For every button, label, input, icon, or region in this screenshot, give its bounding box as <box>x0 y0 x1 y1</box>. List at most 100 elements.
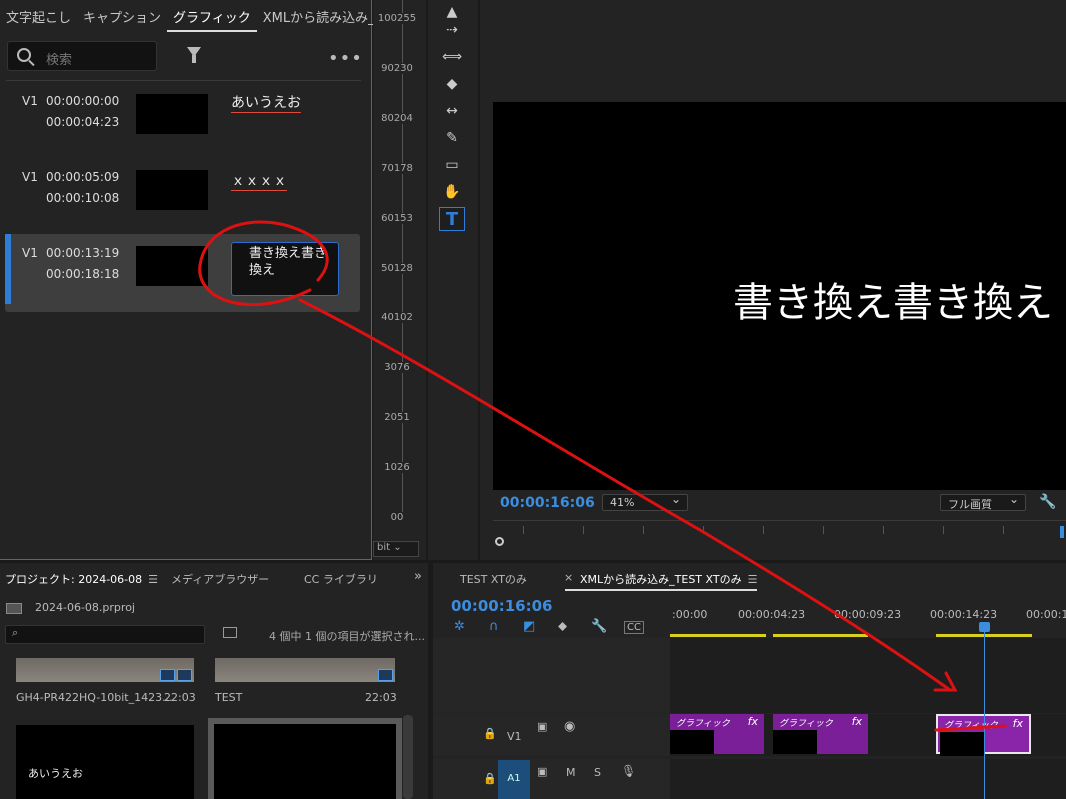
panel-overflow-icon[interactable]: » <box>414 569 422 584</box>
eye-icon[interactable]: ◉ <box>564 719 575 734</box>
settings-wrench-icon[interactable]: 🔧 <box>1039 494 1056 510</box>
project-search-input[interactable]: ⌕ <box>5 625 205 644</box>
mute-button[interactable]: M <box>566 766 576 779</box>
active-tab-underline <box>565 589 757 591</box>
tab-project-label: プロジェクト: 2024-06-08 <box>5 573 143 586</box>
playhead-handle[interactable] <box>979 622 990 632</box>
sync-lock-icon[interactable]: ▣ <box>537 720 547 733</box>
track-target-a1[interactable]: A1 <box>498 760 530 799</box>
panel-menu-icon[interactable]: ☰ <box>748 573 758 586</box>
clip-label: グラフィック <box>676 719 730 729</box>
tab-sequence-xml-label: XMLから読み込み_TEST XTのみ <box>580 573 742 586</box>
program-ruler[interactable] <box>493 520 1066 540</box>
solo-button[interactable]: S <box>594 766 601 779</box>
program-monitor: 書き換え書き換え 00:00:16:06 41% フル画質 🔧 <box>480 0 1066 560</box>
hand-tool-icon[interactable]: ✋ <box>439 180 465 204</box>
clip-name: TEST <box>215 691 243 704</box>
clip-thumbnail <box>215 658 395 682</box>
track-select-tool-icon[interactable]: ⇢ <box>439 18 465 42</box>
microphone-icon[interactable]: 🎙 <box>621 764 636 778</box>
tab-sequence-xml[interactable]: XMLから読み込み_TEST XTのみ ☰ <box>580 571 757 587</box>
caption-track: V1 <box>22 246 38 260</box>
ruler-label: :00:00 <box>672 608 708 621</box>
track-a1[interactable] <box>670 759 1066 799</box>
timeline-playhead[interactable] <box>984 625 985 799</box>
scope-tick: 50128 <box>373 263 421 274</box>
tab-project[interactable]: プロジェクト: 2024-06-08 ☰ <box>5 571 158 587</box>
timeline-ruler[interactable]: :00:00 00:00:04:23 00:00:09:23 00:00:14:… <box>670 603 1066 638</box>
graphic-clip[interactable]: グラフィック fx <box>773 714 868 754</box>
scope-tick: 2051 <box>373 412 421 423</box>
fx-badge-icon: fx <box>1012 717 1023 730</box>
ruler-label: 00:00:04:23 <box>738 608 806 621</box>
tab-captions[interactable]: キャプション <box>77 0 167 32</box>
close-tab-icon[interactable]: × <box>564 571 573 584</box>
sequence-badge-icon <box>378 669 393 681</box>
caption-item[interactable]: V1 00:00:00:00 00:00:04:23 あいうえお <box>5 82 360 160</box>
program-video[interactable]: 書き換え書き換え <box>493 102 1066 490</box>
marker-icon[interactable]: ⬥ <box>558 619 567 634</box>
track-header-empty <box>433 638 670 713</box>
clip-label: グラフィック <box>779 719 833 729</box>
timeline-timecode[interactable]: 00:00:16:06 <box>451 597 553 615</box>
tab-graphics[interactable]: グラフィック <box>167 0 257 32</box>
track-header-a1: 🔒 ▣ M S 🎙 <box>433 759 670 799</box>
project-scrollbar[interactable] <box>403 715 413 799</box>
slip-tool-icon[interactable]: ↔ <box>439 99 465 123</box>
video-badge-icon <box>160 669 175 681</box>
more-options-icon[interactable]: ••• <box>328 48 363 69</box>
captions-cc-icon[interactable]: CC <box>624 621 644 634</box>
caption-item[interactable]: V1 00:00:05:09 00:00:10:08 ｘｘｘｘ <box>5 158 360 236</box>
graphics-panel-tabs: 文字起こし キャプション グラフィック XMLから読み込み_TE... <box>0 0 403 32</box>
divider <box>6 80 361 81</box>
panel-menu-icon[interactable]: ☰ <box>148 573 158 586</box>
render-bar <box>670 634 766 637</box>
lock-icon[interactable]: 🔒 <box>483 727 497 740</box>
render-bar <box>773 634 868 637</box>
ripple-edit-tool-icon[interactable]: ⟺ <box>439 45 465 69</box>
ruler-label: 00:00:09:23 <box>834 608 902 621</box>
tab-media-browser[interactable]: メディアブラウザー <box>171 571 269 587</box>
new-bin-search-icon[interactable] <box>223 627 237 638</box>
search-icon <box>17 48 31 62</box>
filter-icon[interactable] <box>187 47 201 63</box>
razor-tool-icon[interactable]: ◆ <box>439 72 465 96</box>
fx-badge-icon: fx <box>747 715 758 728</box>
playback-resolution-select[interactable]: フル画質 <box>940 492 1026 511</box>
nest-icon[interactable]: ✲ <box>454 619 465 634</box>
premiere-window: 文字起こし キャプション グラフィック XMLから読み込み_TE... 検索 •… <box>0 0 1066 799</box>
scope-tick: 70178 <box>373 163 421 174</box>
clip-name: GH4-PR422HQ-10bit_1423... <box>16 691 173 704</box>
tools-panel: ▲ ⇢ ⟺ ◆ ↔ ✎ ▭ ✋ T <box>428 0 478 560</box>
empty-track-area[interactable] <box>670 638 1066 713</box>
caption-text[interactable]: ｘｘｘｘ <box>231 170 287 191</box>
zoom-select[interactable]: 41% <box>602 492 688 511</box>
ruler-label: 00:00:1 <box>1026 608 1066 621</box>
selection-status: 4 個中 1 個の項目が選択され... <box>269 630 425 643</box>
linked-selection-icon[interactable]: ◩ <box>523 619 535 634</box>
type-tool-icon[interactable]: T <box>439 207 465 231</box>
caption-edit-field[interactable]: 書き換え書き換え <box>231 242 339 296</box>
rectangle-tool-icon[interactable]: ▭ <box>439 153 465 177</box>
project-file-name: 2024-06-08.prproj <box>35 601 135 614</box>
lock-icon[interactable]: 🔒 <box>483 772 497 785</box>
title-overlay[interactable]: 書き換え書き換え <box>733 270 1053 328</box>
timeline-settings-wrench-icon[interactable]: 🔧 <box>591 619 607 634</box>
tab-sequence-test[interactable]: TEST XTのみ <box>460 571 527 587</box>
program-timecode[interactable]: 00:00:16:06 <box>500 495 595 511</box>
program-in-point-icon[interactable] <box>495 537 504 546</box>
graphic-clip[interactable]: グラフィック fx <box>670 714 764 754</box>
bit-depth-select[interactable]: bit ⌄ <box>373 541 419 557</box>
track-name: V1 <box>507 730 522 743</box>
sync-lock-icon[interactable]: ▣ <box>537 765 547 778</box>
caption-item-selected[interactable]: V1 00:00:13:19 00:00:18:18 書き換え書き換え <box>5 234 360 312</box>
snap-magnet-icon[interactable]: ∩ <box>489 619 499 634</box>
tab-transcript[interactable]: 文字起こし <box>0 0 77 32</box>
timeline-panel: TEST XTのみ × XMLから読み込み_TEST XTのみ ☰ 00:00:1… <box>433 563 1066 799</box>
caption-thumbnail <box>136 170 208 210</box>
track-header-v1: 🔒 V1 ▣ ◉ <box>433 714 670 756</box>
caption-text[interactable]: あいうえお <box>231 92 301 113</box>
tab-cc-libraries[interactable]: CC ライブラリ <box>304 571 378 587</box>
pen-tool-icon[interactable]: ✎ <box>439 126 465 150</box>
fx-badge-icon: fx <box>851 715 862 728</box>
